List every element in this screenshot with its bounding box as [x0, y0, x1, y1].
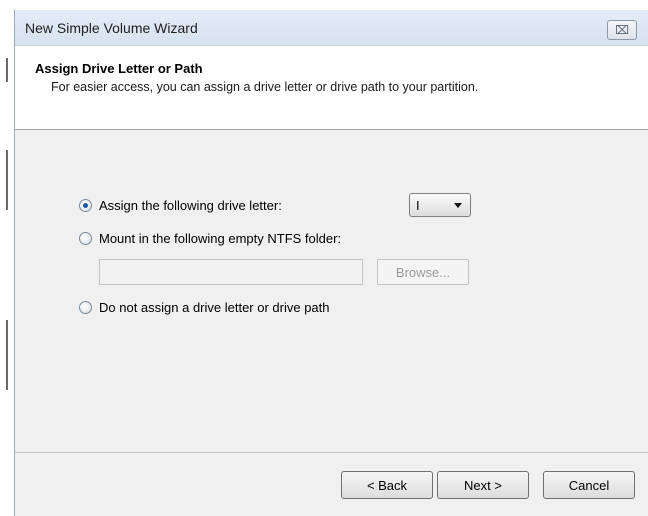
drive-letter-value: I: [416, 197, 420, 213]
back-button[interactable]: < Back: [341, 471, 433, 499]
page-title: Assign Drive Letter or Path: [35, 61, 203, 76]
back-label: < Back: [366, 477, 408, 493]
edge-mark: [6, 58, 8, 82]
wizard-window: New Simple Volume Wizard ⌧ Assign Drive …: [14, 10, 648, 516]
cancel-label: Cancel: [568, 477, 610, 493]
cancel-button[interactable]: Cancel: [543, 471, 635, 499]
no-assign-option[interactable]: Do not assign a drive letter or drive pa…: [79, 300, 330, 315]
mount-folder-option[interactable]: Mount in the following empty NTFS folder…: [79, 231, 341, 246]
no-assign-radio[interactable]: [79, 301, 92, 314]
next-label: Next >: [464, 477, 502, 493]
assign-letter-option[interactable]: Assign the following drive letter:: [79, 198, 282, 213]
title-bar: New Simple Volume Wizard ⌧: [15, 10, 648, 46]
next-button[interactable]: Next >: [437, 471, 529, 499]
window-title: New Simple Volume Wizard: [25, 20, 198, 36]
mount-folder-label: Mount in the following empty NTFS folder…: [99, 231, 342, 246]
assign-letter-radio[interactable]: [79, 199, 92, 212]
page-description: For easier access, you can assign a driv…: [51, 80, 479, 94]
edge-mark: [6, 150, 8, 210]
wizard-header: Assign Drive Letter or Path For easier a…: [15, 46, 648, 130]
background-edge: [0, 0, 14, 516]
wizard-footer: < Back Next > Cancel: [15, 452, 648, 516]
no-assign-label: Do not assign a drive letter or drive pa…: [99, 300, 330, 315]
close-button[interactable]: ⌧: [607, 20, 637, 40]
mount-folder-radio[interactable]: [79, 232, 92, 245]
close-icon: ⌧: [615, 23, 629, 37]
assign-letter-label: Assign the following drive letter:: [99, 198, 282, 213]
browse-button[interactable]: Browse...: [377, 259, 469, 285]
chevron-down-icon: [454, 202, 462, 208]
wizard-content: Assign the following drive letter: I Mou…: [15, 130, 648, 452]
browse-label: Browse...: [395, 264, 451, 280]
edge-mark: [6, 320, 8, 390]
folder-path-input[interactable]: [99, 259, 363, 285]
drive-letter-dropdown[interactable]: I: [409, 193, 471, 217]
